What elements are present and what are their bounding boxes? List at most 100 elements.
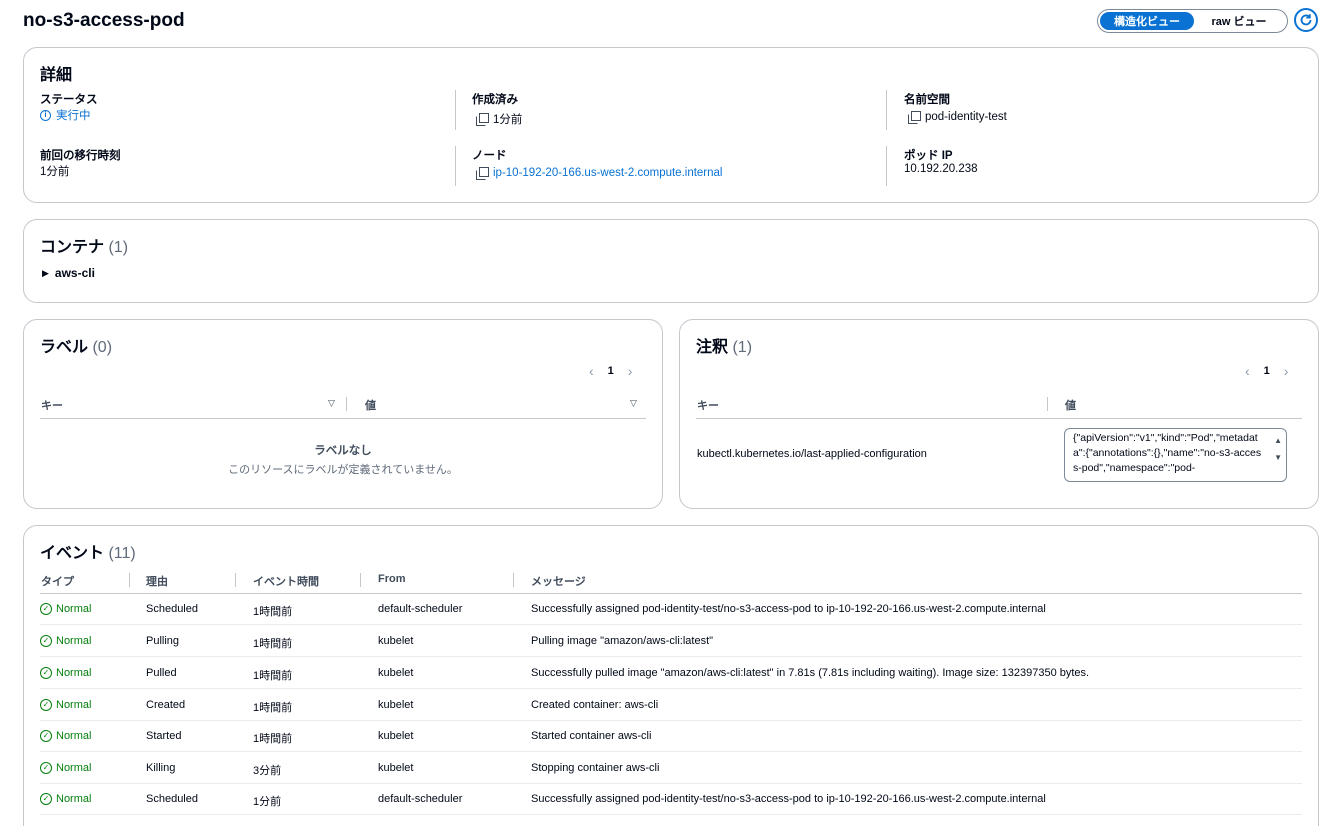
- status-text: 実行中: [56, 110, 91, 122]
- event-type-text: Normal: [56, 667, 92, 679]
- containers-title: コンテナ (1): [40, 233, 128, 257]
- scroll-up-icon[interactable]: ▲: [1274, 433, 1282, 448]
- event-message: Created container: aws-cli: [531, 699, 659, 711]
- event-type-text: Normal: [56, 635, 92, 647]
- info-icon: i: [40, 109, 51, 121]
- table-row: ✓ Normal Pulled 1時間前 kubelet Successfully…: [40, 658, 1302, 689]
- annotation-key: kubectl.kubernetes.io/last-applied-confi…: [697, 448, 927, 460]
- status-positive-icon: ✓: [40, 730, 52, 742]
- event-reason: Scheduled: [146, 793, 198, 805]
- container-name: aws-cli: [54, 266, 95, 280]
- event-from: kubelet: [378, 762, 414, 774]
- event-from: kubelet: [378, 635, 414, 647]
- column-separator: [346, 397, 347, 411]
- events-col-message: メッセージ: [531, 576, 586, 588]
- event-message: Stopping container aws-cli: [531, 762, 660, 774]
- annotations-col-value: 値: [1065, 400, 1076, 412]
- table-row: ✓ Normal Created 1時間前 kubelet Created con…: [40, 690, 1302, 721]
- events-title-text: イベント: [40, 545, 105, 562]
- raw-view-button[interactable]: raw ビュー: [1194, 12, 1284, 30]
- chevron-left-icon[interactable]: ‹: [1245, 363, 1250, 379]
- column-separator: [235, 573, 236, 587]
- table-row: ✓ Normal Scheduled 1分前 default-scheduler …: [40, 784, 1302, 815]
- events-title: イベント (11): [40, 539, 136, 563]
- page-title: no-s3-access-pod: [23, 10, 185, 31]
- containers-count: (1): [108, 239, 129, 256]
- event-from: default-scheduler: [378, 603, 463, 615]
- event-from: default-scheduler: [378, 793, 463, 805]
- annotations-title-text: 注釈: [696, 339, 729, 356]
- status-positive-icon: ✓: [40, 762, 52, 774]
- refresh-icon: [1300, 14, 1312, 26]
- labels-col-value[interactable]: 値: [365, 397, 376, 413]
- event-type-text: Normal: [56, 762, 92, 774]
- annotations-page-number[interactable]: 1: [1264, 365, 1270, 377]
- chevron-right-icon[interactable]: ›: [1284, 363, 1289, 379]
- annotations-count: (1): [732, 339, 753, 356]
- event-time: 1時間前: [253, 702, 293, 714]
- event-type: ✓ Normal: [40, 699, 91, 711]
- event-reason: Pulled: [146, 667, 177, 679]
- column-separator: [513, 573, 514, 587]
- table-header-divider: [696, 418, 1302, 419]
- event-from: kubelet: [378, 699, 414, 711]
- event-time: 1時間前: [253, 638, 293, 650]
- annotation-value-textarea[interactable]: {"apiVersion":"v1","kind":"Pod","metadat…: [1064, 428, 1287, 482]
- details-panel: 詳細 ステータス i 実行中 作成済み 1分前 名前空間 pod-identit…: [23, 47, 1319, 203]
- annotations-title: 注釈 (1): [696, 333, 752, 357]
- event-type-text: Normal: [56, 793, 92, 805]
- event-time: 1時間前: [253, 733, 293, 745]
- labels-title: ラベル (0): [40, 333, 112, 357]
- event-time: 1時間前: [253, 606, 293, 618]
- sort-down-icon[interactable]: ▽: [630, 398, 637, 409]
- divider: [455, 90, 456, 130]
- container-item[interactable]: ▶ aws-cli: [42, 266, 95, 280]
- event-type-text: Normal: [56, 730, 92, 742]
- labels-col-key[interactable]: キー: [41, 397, 63, 413]
- event-reason: Pulling: [146, 635, 180, 647]
- table-row: ✓ Normal Scheduled 1時間前 default-scheduler…: [40, 594, 1302, 625]
- event-time: 3分前: [253, 765, 282, 777]
- created-text: 1分前: [493, 114, 523, 126]
- sort-down-icon[interactable]: ▽: [328, 398, 335, 409]
- containers-panel: コンテナ (1) ▶ aws-cli: [23, 219, 1319, 303]
- namespace-label: 名前空間: [904, 94, 950, 106]
- event-reason: Started: [146, 730, 182, 742]
- status-positive-icon: ✓: [40, 699, 52, 711]
- labels-pagination: ‹ 1 ›: [589, 363, 632, 379]
- scrollbar[interactable]: ▲ ▼: [1274, 433, 1282, 465]
- annotations-panel: 注釈 (1) ‹ 1 › キー 値 kubectl.kubernetes.io/…: [679, 319, 1319, 509]
- labels-count: (0): [92, 339, 113, 356]
- events-col-time: イベント時間: [253, 576, 319, 588]
- event-type: ✓ Normal: [40, 762, 91, 774]
- pod-ip-value: 10.192.20.238: [904, 163, 978, 175]
- namespace-text: pod-identity-test: [925, 111, 1007, 123]
- column-separator: [129, 573, 130, 587]
- event-reason: Killing: [146, 762, 176, 774]
- copy-icon[interactable]: [476, 113, 489, 126]
- events-col-type: タイプ: [41, 576, 74, 588]
- events-panel: イベント (11) タイプ 理由 イベント時間 From メッセージ ✓ Norm…: [23, 525, 1319, 826]
- labels-page-number[interactable]: 1: [608, 365, 614, 377]
- chevron-right-icon[interactable]: ›: [628, 363, 633, 379]
- event-type: ✓ Normal: [40, 603, 91, 615]
- table-header-divider: [40, 418, 646, 419]
- event-type-text: Normal: [56, 603, 92, 615]
- created-label: 作成済み: [472, 94, 518, 106]
- refresh-button[interactable]: [1294, 8, 1318, 32]
- node-link[interactable]: ip-10-192-20-166.us-west-2.compute.inter…: [493, 167, 722, 179]
- caret-right-icon: ▶: [42, 267, 49, 278]
- copy-icon[interactable]: [908, 111, 921, 124]
- labels-panel: ラベル (0) ‹ 1 › キー ▽ 値 ▽ ラベルなし このリソースにラベルが…: [23, 319, 663, 509]
- status-value: i 実行中: [40, 107, 91, 123]
- chevron-left-icon[interactable]: ‹: [589, 363, 594, 379]
- scroll-down-icon[interactable]: ▼: [1274, 450, 1282, 465]
- structured-view-button[interactable]: 構造化ビュー: [1100, 12, 1194, 30]
- copy-icon[interactable]: [476, 167, 489, 180]
- event-time: 1分前: [253, 796, 282, 808]
- node-value[interactable]: ip-10-192-20-166.us-west-2.compute.inter…: [476, 167, 722, 180]
- labels-empty-title: ラベルなし: [314, 445, 372, 457]
- details-title: 詳細: [40, 67, 73, 84]
- table-row: ✓ Normal Killing 3分前 kubelet Stopping con…: [40, 753, 1302, 784]
- event-from: kubelet: [378, 730, 414, 742]
